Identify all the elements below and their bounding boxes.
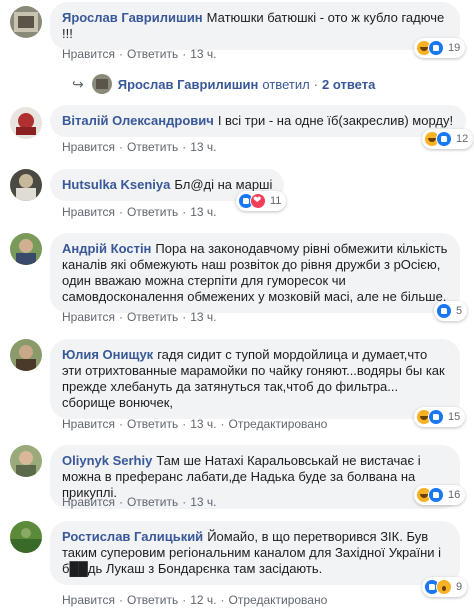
edited-label[interactable]: Отредактировано — [229, 417, 328, 431]
reaction-count: 12 — [456, 133, 469, 145]
avatar[interactable] — [10, 169, 42, 201]
like-button[interactable]: Нравится — [62, 310, 115, 324]
avatar[interactable] — [10, 521, 42, 553]
reaction-count: 19 — [448, 42, 461, 54]
reply-author: Ярослав Гаврилишин — [117, 76, 259, 92]
edited-label[interactable]: Отредактировано — [229, 593, 328, 607]
comment-actions: Нравится · Ответить · 12 ч. · Отредактировано — [62, 593, 328, 607]
view-replies-link[interactable]: ↪ Ярослав Гаврилишин ответил · 2 ответа — [72, 74, 375, 94]
like-button[interactable]: Нравится — [62, 417, 115, 431]
like-icon — [428, 487, 444, 503]
comment-text: Бл@ді на марші — [174, 177, 273, 192]
comment-bubble: Андрій Костін Пора на законодавчому рівні… — [50, 233, 460, 313]
reaction-count: 15 — [448, 411, 461, 423]
reaction-summary[interactable]: 5 — [434, 301, 468, 321]
comment-actions: Нравится · Ответить · 13 ч. — [62, 205, 217, 219]
timestamp[interactable]: 13 ч. — [190, 140, 216, 154]
comment-author[interactable]: Ростислав Галицький — [62, 529, 203, 544]
reply-button[interactable]: Ответить — [127, 593, 178, 607]
reaction-summary[interactable]: 11 — [236, 191, 287, 211]
avatar[interactable] — [10, 233, 42, 265]
reaction-summary[interactable]: 12 — [422, 129, 474, 149]
reaction-summary[interactable]: 9 — [422, 577, 468, 597]
reply-arrow-icon: ↪ — [72, 75, 84, 92]
like-button[interactable]: Нравится — [62, 140, 115, 154]
like-icon — [436, 131, 452, 147]
comment-actions: Нравится · Ответить · 13 ч. — [62, 310, 217, 324]
comment-author[interactable]: Ярослав Гаврилишин — [62, 10, 203, 25]
reaction-summary[interactable]: 19 — [414, 38, 466, 58]
like-icon — [428, 40, 444, 56]
reply-button[interactable]: Ответить — [127, 310, 178, 324]
avatar[interactable] — [10, 6, 42, 38]
comment-bubble: Юлия Онищук гадя сидит с тупой мордойлица… — [50, 339, 460, 419]
reply-button[interactable]: Ответить — [127, 495, 178, 509]
comment-author[interactable]: Андрій Костін — [62, 241, 151, 256]
like-icon — [436, 303, 452, 319]
comment-author[interactable]: Віталій Олександрович — [62, 113, 214, 128]
avatar[interactable] — [10, 107, 42, 139]
comment-bubble: Ярослав Гаврилишин Матюшки батюшкі - ото … — [50, 2, 460, 50]
comment-actions: Нравится · Ответить · 13 ч. — [62, 495, 217, 509]
love-icon — [250, 193, 266, 209]
reaction-summary[interactable]: 16 — [414, 485, 466, 505]
comment-author[interactable]: Юлия Онищук — [62, 347, 153, 362]
like-button[interactable]: Нравится — [62, 47, 115, 61]
timestamp[interactable]: 13 ч. — [190, 417, 216, 431]
reaction-count: 9 — [456, 581, 463, 593]
comment-author[interactable]: Hutsulka Kseniya — [62, 177, 170, 192]
reply-avatar — [91, 74, 112, 94]
comment-actions: Нравится · Ответить · 13 ч. · Отредактировано — [62, 417, 328, 431]
comment-bubble: Віталій Олександрович І всі три - на одне… — [50, 105, 466, 137]
reaction-count: 5 — [456, 305, 463, 317]
comment-bubble: Ростислав Галицький Йомайо, в що перетвор… — [50, 521, 460, 585]
reply-button[interactable]: Ответить — [127, 205, 178, 219]
timestamp[interactable]: 12 ч. — [190, 593, 216, 607]
reaction-summary[interactable]: 15 — [414, 407, 466, 427]
comment-text: І всі три - на одне їб(закреслив) морду! — [217, 113, 454, 128]
reaction-count: 16 — [448, 489, 461, 501]
reply-button[interactable]: Ответить — [127, 417, 178, 431]
reply-button[interactable]: Ответить — [127, 140, 178, 154]
like-icon — [428, 409, 444, 425]
avatar[interactable] — [10, 339, 42, 371]
comment-actions: Нравится · Ответить · 13 ч. — [62, 140, 217, 154]
like-button[interactable]: Нравится — [62, 205, 115, 219]
timestamp[interactable]: 13 ч. — [190, 495, 216, 509]
reply-count: 2 ответа — [322, 76, 376, 92]
timestamp[interactable]: 13 ч. — [190, 47, 216, 61]
like-button[interactable]: Нравится — [62, 495, 115, 509]
like-button[interactable]: Нравится — [62, 593, 115, 607]
comment-actions: Нравится · Ответить · 13 ч. — [62, 47, 217, 61]
reaction-count: 11 — [270, 195, 282, 207]
reply-button[interactable]: Ответить — [127, 47, 178, 61]
reply-verb: ответил — [262, 76, 310, 92]
comment-author[interactable]: Oliynyk Serhiy — [62, 453, 152, 468]
avatar[interactable] — [10, 445, 42, 477]
wow-icon — [436, 579, 452, 595]
timestamp[interactable]: 13 ч. — [190, 310, 216, 324]
timestamp[interactable]: 13 ч. — [190, 205, 216, 219]
